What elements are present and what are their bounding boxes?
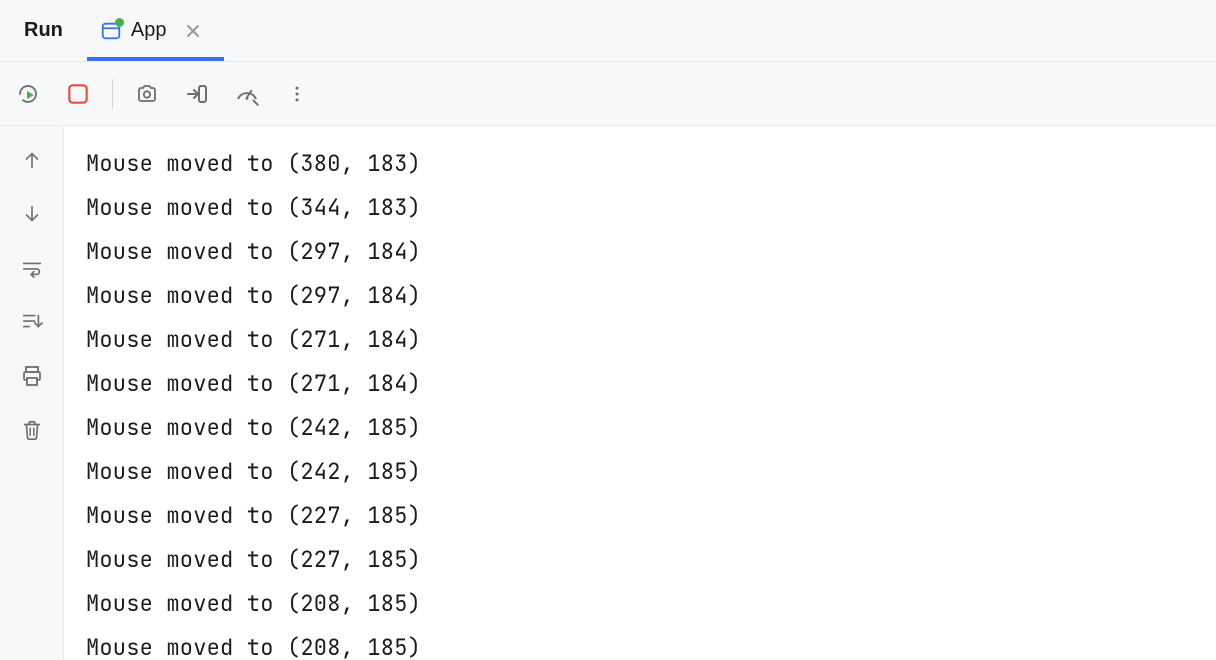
toolbar-divider	[112, 79, 113, 109]
rerun-button[interactable]	[12, 78, 44, 110]
stop-button[interactable]	[62, 78, 94, 110]
console-line: Mouse moved to (297, 184)	[86, 274, 1196, 318]
screenshot-button[interactable]	[131, 78, 163, 110]
console-line: Mouse moved to (208, 185)	[86, 626, 1196, 660]
run-panel-header: Run App	[0, 0, 1216, 62]
console-output[interactable]: Mouse moved to (380, 183)Mouse moved to …	[64, 126, 1216, 660]
console-line: Mouse moved to (380, 183)	[86, 142, 1196, 186]
scroll-up-button[interactable]	[16, 144, 48, 176]
run-title: Run	[0, 19, 87, 42]
run-body: Mouse moved to (380, 183)Mouse moved to …	[0, 126, 1216, 660]
tab-label: App	[131, 19, 167, 42]
scroll-to-end-button[interactable]	[16, 306, 48, 338]
profiler-button[interactable]	[231, 78, 263, 110]
close-icon[interactable]	[184, 22, 202, 40]
soft-wrap-button[interactable]	[16, 252, 48, 284]
more-options-button[interactable]	[281, 78, 313, 110]
console-line: Mouse moved to (242, 185)	[86, 406, 1196, 450]
console-line: Mouse moved to (208, 185)	[86, 582, 1196, 626]
console-line: Mouse moved to (297, 184)	[86, 230, 1196, 274]
window-icon	[99, 19, 123, 43]
console-line: Mouse moved to (271, 184)	[86, 362, 1196, 406]
console-line: Mouse moved to (227, 185)	[86, 494, 1196, 538]
console-gutter	[0, 126, 64, 660]
console-line: Mouse moved to (271, 184)	[86, 318, 1196, 362]
print-button[interactable]	[16, 360, 48, 392]
tab-app[interactable]: App	[87, 0, 225, 61]
running-indicator-icon	[115, 18, 124, 27]
run-toolbar	[0, 62, 1216, 126]
clear-all-button[interactable]	[16, 414, 48, 446]
console-line: Mouse moved to (344, 183)	[86, 186, 1196, 230]
scroll-down-button[interactable]	[16, 198, 48, 230]
attach-debugger-button[interactable]	[181, 78, 213, 110]
console-line: Mouse moved to (242, 185)	[86, 450, 1196, 494]
console-line: Mouse moved to (227, 185)	[86, 538, 1196, 582]
